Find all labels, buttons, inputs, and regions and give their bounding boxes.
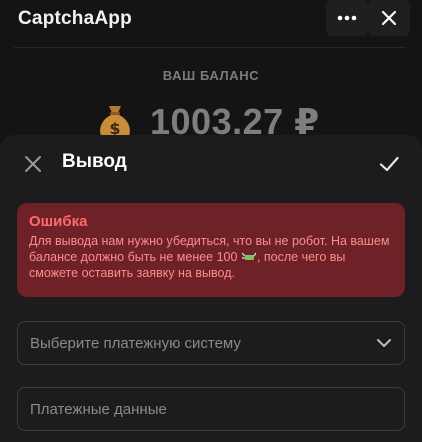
withdraw-sheet: Вывод Ошибка Для вывода нам нужно убедит… (0, 135, 422, 442)
app-header: CaptchaApp (0, 0, 422, 40)
sheet-title: Вывод (62, 151, 127, 172)
more-dots-icon (337, 15, 357, 21)
error-title: Ошибка (29, 213, 88, 230)
chevron-down-icon (377, 339, 391, 347)
app-title: CaptchaApp (18, 8, 132, 29)
money-with-wings-icon (241, 252, 256, 260)
payment-details-placeholder: Платежные данные (30, 400, 167, 418)
close-icon[interactable] (22, 153, 44, 175)
more-button[interactable] (326, 0, 368, 36)
error-message: Для вывода нам нужно убедиться, что вы н… (29, 233, 393, 281)
close-app-button[interactable] (368, 0, 410, 36)
header-divider (14, 47, 406, 48)
error-alert: Ошибка Для вывода нам нужно убедиться, ч… (17, 203, 405, 297)
payment-system-select[interactable]: Выберите платежную систему (17, 321, 405, 365)
balance-label: ВАШ БАЛАНС (162, 68, 260, 83)
close-icon (381, 10, 397, 26)
payment-system-placeholder: Выберите платежную систему (30, 334, 241, 352)
checkmark-icon[interactable] (378, 153, 400, 175)
payment-details-input[interactable]: Платежные данные (17, 387, 405, 431)
app-screen: CaptchaApp ВАШ БАЛАНС $ 1003.27 ₽ Вывод … (0, 0, 422, 442)
